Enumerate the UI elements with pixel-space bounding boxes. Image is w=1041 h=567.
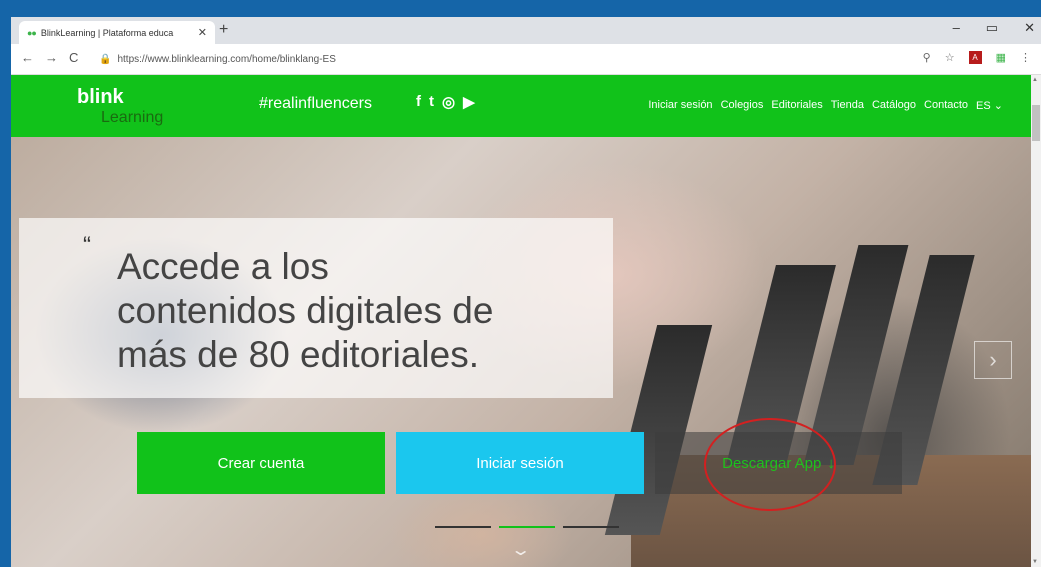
browser-menu-icon[interactable]: ⋮ <box>1020 51 1031 64</box>
nav-link-catalogo[interactable]: Catálogo <box>872 99 916 112</box>
browser-toolbar: ← → C 🔒 https://www.blinklearning.com/ho… <box>11 44 1041 75</box>
scroll-thumb[interactable] <box>1032 105 1040 141</box>
tab-title: BlinkLearning | Plataforma educa <box>40 27 174 38</box>
nav-links: Iniciar sesión Colegios Editoriales Tien… <box>648 99 1003 112</box>
close-window-button[interactable]: ✕ <box>1024 20 1035 36</box>
window-controls: – ▭ ✕ <box>953 20 1035 36</box>
create-account-button[interactable]: Crear cuenta <box>137 432 385 494</box>
scroll-up-arrow-icon[interactable]: ▲ <box>1032 77 1038 83</box>
pdf-extension-icon[interactable]: A <box>968 51 982 64</box>
nav-link-colegios[interactable]: Colegios <box>721 99 764 112</box>
restore-button[interactable]: ▭ <box>986 20 998 36</box>
extension-icon[interactable]: ▦ <box>996 51 1006 64</box>
social-links: f t ◎ ▶ <box>416 93 475 111</box>
bookmark-star-icon[interactable]: ☆ <box>945 51 955 64</box>
carousel-dot[interactable] <box>563 526 619 528</box>
back-button[interactable]: ← <box>21 50 34 65</box>
logo-blink[interactable]: blink <box>77 86 124 109</box>
forward-button[interactable]: → <box>45 50 58 65</box>
nav-link-login[interactable]: Iniciar sesión <box>648 99 712 112</box>
url-text[interactable]: https://www.blinklearning.com/home/blink… <box>117 54 335 65</box>
new-tab-button[interactable]: + <box>219 21 228 39</box>
lock-icon: 🔒 <box>99 53 112 65</box>
zoom-icon[interactable]: ⚲ <box>923 51 931 64</box>
scroll-down-arrow-icon[interactable]: ▼ <box>1032 559 1038 565</box>
carousel-indicators <box>435 526 619 528</box>
tab-close-icon[interactable]: ✕ <box>198 26 207 39</box>
create-account-label: Crear cuenta <box>217 454 305 472</box>
nav-link-tienda[interactable]: Tienda <box>831 99 864 112</box>
quote-mark-icon: “ <box>83 232 91 259</box>
site-favicon-icon: ●● <box>27 27 37 38</box>
login-button[interactable]: Iniciar sesión <box>396 432 644 494</box>
toolbar-icons: ⚲ ☆ A ▦ ⋮ <box>923 51 1031 64</box>
page-viewport: blink Learning #realinfluencers f t ◎ ▶ … <box>11 75 1041 567</box>
hashtag-text: #realinfluencers <box>259 95 372 112</box>
instagram-icon[interactable]: ◎ <box>442 93 455 111</box>
scroll-down-chevron-icon[interactable]: ⌄ <box>510 540 531 560</box>
hero-headline: Accede a los contenidos digitales de más… <box>117 246 494 375</box>
carousel-dot-active[interactable] <box>499 526 555 528</box>
red-highlight-circle <box>704 418 836 511</box>
facebook-icon[interactable]: f <box>416 93 421 111</box>
page-scrollbar[interactable]: ▲ ▼ <box>1031 75 1041 567</box>
carousel-next-button[interactable]: › <box>974 341 1012 379</box>
login-label: Iniciar sesión <box>476 454 564 472</box>
site-navbar: blink Learning #realinfluencers f t ◎ ▶ … <box>11 75 1031 137</box>
language-selector[interactable]: ES ⌄ <box>976 99 1003 112</box>
browser-tab[interactable]: ●● BlinkLearning | Plataforma educa ✕ <box>19 21 215 44</box>
nav-link-contacto[interactable]: Contacto <box>924 99 968 112</box>
logo-learning[interactable]: Learning <box>101 109 163 127</box>
minimize-button[interactable]: – <box>953 20 960 36</box>
tab-strip: ●● BlinkLearning | Plataforma educa ✕ + … <box>11 17 1041 44</box>
reload-button[interactable]: C <box>69 50 78 65</box>
address-bar[interactable]: 🔒 https://www.blinklearning.com/home/bli… <box>99 48 959 70</box>
browser-window: ●● BlinkLearning | Plataforma educa ✕ + … <box>11 17 1041 567</box>
carousel-dot[interactable] <box>435 526 491 528</box>
youtube-icon[interactable]: ▶ <box>463 93 475 111</box>
twitter-icon[interactable]: t <box>429 93 434 111</box>
nav-link-editoriales[interactable]: Editoriales <box>771 99 822 112</box>
